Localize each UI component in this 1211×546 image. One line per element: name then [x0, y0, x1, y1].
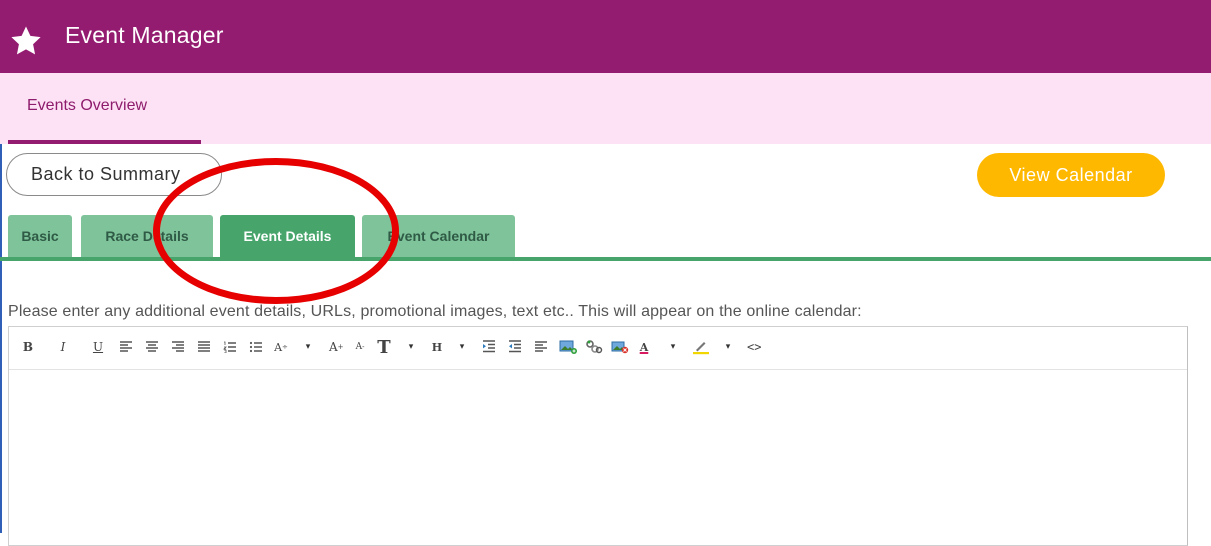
active-tab-indicator [8, 140, 201, 144]
font-size-label: A [274, 340, 283, 354]
outdent-button[interactable] [508, 336, 522, 358]
tab-event-calendar[interactable]: Event Calendar [362, 215, 515, 257]
unlink-icon [611, 341, 629, 354]
underline-button[interactable]: U [91, 336, 105, 358]
image-icon [559, 340, 577, 354]
insert-link-button[interactable] [585, 336, 603, 358]
tab-race-details[interactable]: Race Details [81, 215, 213, 257]
bold-button[interactable]: B [21, 336, 35, 358]
nav-bar: Events Overview [0, 73, 1211, 144]
font-family-button[interactable]: T [377, 336, 391, 358]
font-size-dropdown[interactable]: ▾ [301, 336, 315, 358]
align-justify-icon [198, 341, 210, 352]
indent-button[interactable] [482, 336, 496, 358]
bullet-list-icon [249, 341, 262, 353]
align-left-alt-icon [535, 341, 547, 352]
ordered-list-button[interactable] [223, 336, 237, 358]
highlight-dropdown[interactable]: ▾ [721, 336, 735, 358]
highlight-button[interactable] [692, 336, 710, 358]
instructions-text: Please enter any additional event detail… [8, 303, 862, 320]
tab-events-overview[interactable]: Events Overview [27, 97, 147, 115]
app-header: Event Manager [0, 0, 1211, 73]
align-justify-button[interactable] [197, 336, 211, 358]
highlight-pen-icon [693, 342, 709, 355]
align-center-button[interactable] [145, 336, 159, 358]
back-to-summary-button[interactable]: Back to Summary [6, 153, 222, 196]
link-icon [586, 340, 603, 354]
code-view-button[interactable]: <> [747, 336, 761, 358]
align-right-icon [172, 341, 184, 352]
insert-image-button[interactable] [559, 336, 577, 358]
font-size-increase-button[interactable]: A + [329, 336, 344, 358]
remove-link-button[interactable] [611, 336, 629, 358]
star-icon [11, 26, 41, 55]
bullet-list-button[interactable] [249, 336, 263, 358]
font-size-button[interactable]: A ÷ [274, 336, 288, 358]
indent-icon [483, 340, 495, 353]
tab-rule [0, 257, 1211, 261]
app-title: Event Manager [65, 22, 224, 48]
editor-toolbar: B I U A ÷ ▾ A + A- T ▾ H ▾ A ▾ ▾ <> [9, 327, 1187, 370]
outdent-icon [509, 340, 521, 353]
rich-text-editor[interactable]: B I U A ÷ ▾ A + A- T ▾ H ▾ A ▾ ▾ <> [8, 326, 1188, 546]
align-left-icon [120, 341, 132, 352]
align-left-button[interactable] [119, 336, 133, 358]
align-center-icon [146, 341, 158, 352]
font-family-dropdown[interactable]: ▾ [404, 336, 418, 358]
heading-dropdown[interactable]: ▾ [455, 336, 469, 358]
view-calendar-button[interactable]: View Calendar [977, 153, 1165, 197]
tab-basic[interactable]: Basic [8, 215, 72, 257]
font-color-dropdown[interactable]: ▾ [666, 336, 680, 358]
blockquote-button[interactable] [534, 336, 548, 358]
italic-button[interactable]: I [56, 336, 70, 358]
tab-event-details[interactable]: Event Details [220, 215, 355, 257]
font-size-decrease-button[interactable]: A- [353, 336, 367, 358]
font-size-up-label: A [329, 340, 338, 354]
align-right-button[interactable] [171, 336, 185, 358]
font-color-button[interactable]: A [637, 336, 651, 358]
heading-button[interactable]: H [430, 336, 444, 358]
ordered-list-icon [223, 341, 236, 353]
